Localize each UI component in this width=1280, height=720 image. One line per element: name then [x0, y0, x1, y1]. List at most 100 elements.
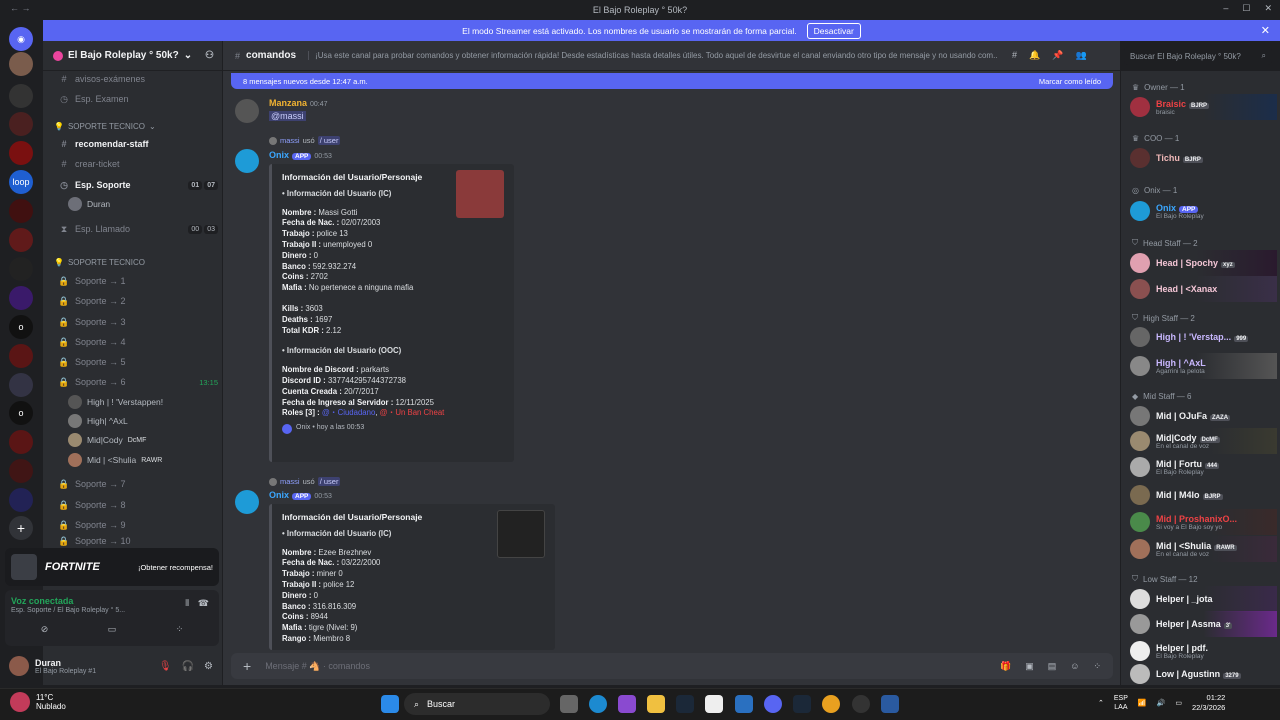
- category-soporte[interactable]: 💡 SOPORTE TECNICO ⌄: [54, 122, 156, 131]
- chevron-up-icon[interactable]: ⌃: [1098, 699, 1104, 707]
- chrome-icon[interactable]: [822, 695, 840, 713]
- member-row[interactable]: Mid | OJuFa ZAZA: [1130, 403, 1277, 429]
- member-row[interactable]: High | ! 'Verstap... 999: [1130, 324, 1277, 350]
- member-row[interactable]: Braisic BJRP braisic: [1130, 94, 1277, 120]
- server-icon[interactable]: [9, 344, 33, 368]
- member-row[interactable]: Mid | Fortu 444 El Bajo Roleplay: [1130, 454, 1277, 480]
- channel-soporte-8[interactable]: 🔒 Soporte → 8: [58, 497, 218, 513]
- member-row[interactable]: Onix APP El Bajo Roleplay: [1130, 198, 1277, 224]
- file-explorer-icon[interactable]: [647, 695, 665, 713]
- server-icon[interactable]: loop: [9, 170, 33, 194]
- minimize-button[interactable]: –: [1223, 3, 1228, 14]
- member-row[interactable]: High | ^AxL Agarrini la pelota: [1130, 353, 1277, 379]
- member-row[interactable]: Mid | <Shulia RAWR En el canal de voz: [1130, 536, 1277, 562]
- message-composer[interactable]: + Mensaje # 🐴 · comandos 🎁 ▣ ▤ ☺ ⁘: [231, 653, 1113, 679]
- member-row[interactable]: Mid | M4lo BJRP: [1130, 482, 1277, 508]
- mark-read-button[interactable]: Marcar como leído: [1039, 77, 1101, 86]
- gift-icon[interactable]: 🎁: [1000, 661, 1011, 672]
- server-icon[interactable]: [9, 199, 33, 223]
- command-link[interactable]: / user: [317, 477, 341, 486]
- server-icon[interactable]: [9, 257, 33, 281]
- role-mention[interactable]: @・Un Ban Cheat: [380, 408, 445, 417]
- role-mention[interactable]: @・Ciudadano: [322, 408, 375, 417]
- bot-avatar[interactable]: [235, 149, 259, 173]
- task-view-icon[interactable]: [560, 695, 578, 713]
- server-icon[interactable]: o: [9, 401, 33, 425]
- edge-icon[interactable]: [589, 695, 607, 713]
- gif-icon[interactable]: ▣: [1025, 661, 1034, 672]
- headphones-icon[interactable]: 🎧: [182, 661, 194, 672]
- steam-icon[interactable]: [793, 695, 811, 713]
- apps-icon[interactable]: ⁘: [1093, 661, 1101, 672]
- app-icon[interactable]: [852, 695, 870, 713]
- add-server-icon[interactable]: +: [9, 516, 33, 540]
- member-row[interactable]: Head | Spochy xyz: [1130, 250, 1277, 276]
- channel-soporte-5[interactable]: 🔒 Soporte → 5: [58, 354, 218, 370]
- app-icon[interactable]: [735, 695, 753, 713]
- server-icon[interactable]: [9, 84, 33, 108]
- maximize-button[interactable]: ☐: [1242, 3, 1250, 14]
- embed-thumbnail[interactable]: [456, 170, 504, 218]
- taskbar-search[interactable]: ⌕ Buscar: [404, 693, 550, 715]
- discord-taskbar-icon[interactable]: [764, 695, 782, 713]
- store-icon[interactable]: [705, 695, 723, 713]
- member-row[interactable]: Tichu BJRP: [1130, 145, 1277, 171]
- claim-reward-button[interactable]: ¡Obtener recompensa!: [138, 563, 213, 572]
- disconnect-icon[interactable]: ☎: [198, 598, 209, 609]
- sticker-icon[interactable]: ▤: [1048, 661, 1057, 672]
- message-author[interactable]: Manzana 00:47: [269, 98, 328, 108]
- gear-icon[interactable]: ⚙: [204, 661, 213, 672]
- guild-header[interactable]: El Bajo Roleplay ° 50k? ⌄ ⚇: [43, 41, 222, 71]
- channel-soporte-7[interactable]: 🔒 Soporte → 7: [58, 476, 218, 492]
- command-link[interactable]: / user: [317, 136, 341, 145]
- activities-icon[interactable]: ⁘: [176, 624, 184, 635]
- search-input[interactable]: Buscar El Bajo Roleplay ° 50k? ⌕: [1124, 47, 1272, 65]
- channel-soporte-3[interactable]: 🔒 Soporte → 3: [58, 314, 218, 330]
- pin-icon[interactable]: 📌: [1052, 50, 1063, 61]
- member-row[interactable]: Helper | _jota: [1130, 586, 1277, 612]
- app-icon[interactable]: [618, 695, 636, 713]
- channel-soporte-6[interactable]: 🔒 Soporte → 6 13:15: [58, 374, 218, 390]
- new-messages-bar[interactable]: 8 mensajes nuevos desde 12:47 a.m. Marcar…: [231, 73, 1113, 89]
- nav-arrows[interactable]: ← →: [10, 3, 31, 13]
- channel-crear-ticket[interactable]: # crear-ticket: [58, 156, 218, 172]
- channel-esp-soporte[interactable]: ◷ Esp. Soporte 01 07: [58, 177, 218, 193]
- server-icon[interactable]: [9, 52, 33, 76]
- channel-recomendar-staff[interactable]: # recomendar-staff: [58, 136, 218, 152]
- channel-soporte-1[interactable]: 🔒 Soporte → 1: [58, 273, 218, 289]
- bell-icon[interactable]: 🔔: [1029, 50, 1040, 61]
- voice-channel[interactable]: Esp. Soporte / El Bajo Roleplay ° 5...: [11, 607, 213, 614]
- category-soporte-2[interactable]: 💡 SOPORTE TECNICO: [54, 258, 145, 267]
- system-tray[interactable]: ⌃ ESP LAA 📶 🔊 ▭ 01:22 22/3/2026: [1098, 693, 1225, 713]
- promo-card[interactable]: FORTNITE ¡Obtener recompensa!: [5, 548, 219, 586]
- clock[interactable]: 01:22 22/3/2026: [1192, 693, 1225, 713]
- embed-thumbnail[interactable]: [497, 510, 545, 558]
- member-row[interactable]: Helper | pdf. El Bajo Roleplay: [1130, 638, 1277, 664]
- reply-user[interactable]: massi: [280, 136, 300, 145]
- server-icon[interactable]: [9, 459, 33, 483]
- windows-start-icon[interactable]: [381, 695, 399, 713]
- voice-user[interactable]: Mid|Cody DcMF: [68, 431, 146, 449]
- member-row[interactable]: Mid|Cody DcMF En el canal de voz: [1130, 428, 1277, 454]
- signal-icon[interactable]: ⫴: [185, 598, 189, 609]
- message-author[interactable]: Onix APP 00:53: [269, 150, 332, 160]
- server-icon[interactable]: [9, 430, 33, 454]
- channel-soporte-10[interactable]: 🔒 Soporte → 10: [58, 536, 218, 546]
- close-button[interactable]: ✕: [1264, 3, 1272, 14]
- bot-avatar[interactable]: [235, 490, 259, 514]
- member-row[interactable]: Helper | Assma 3': [1130, 611, 1277, 637]
- server-icon[interactable]: [9, 286, 33, 310]
- voice-user[interactable]: High| ^AxL: [68, 412, 128, 430]
- steam-icon[interactable]: [676, 695, 694, 713]
- server-icon[interactable]: [9, 488, 33, 512]
- channel-topic[interactable]: ¡Usa este canal para probar comandos y o…: [308, 51, 998, 60]
- server-icon[interactable]: [9, 373, 33, 397]
- voice-user[interactable]: Duran: [68, 195, 110, 213]
- server-icon[interactable]: [9, 228, 33, 252]
- add-member-icon[interactable]: ⚇: [205, 50, 214, 61]
- server-icon[interactable]: [9, 112, 33, 136]
- reply-user[interactable]: massi: [280, 477, 300, 486]
- weather-widget[interactable]: 11°C Nublado: [10, 692, 66, 712]
- close-banner-icon[interactable]: ✕: [1261, 24, 1270, 37]
- server-icon[interactable]: o: [9, 315, 33, 339]
